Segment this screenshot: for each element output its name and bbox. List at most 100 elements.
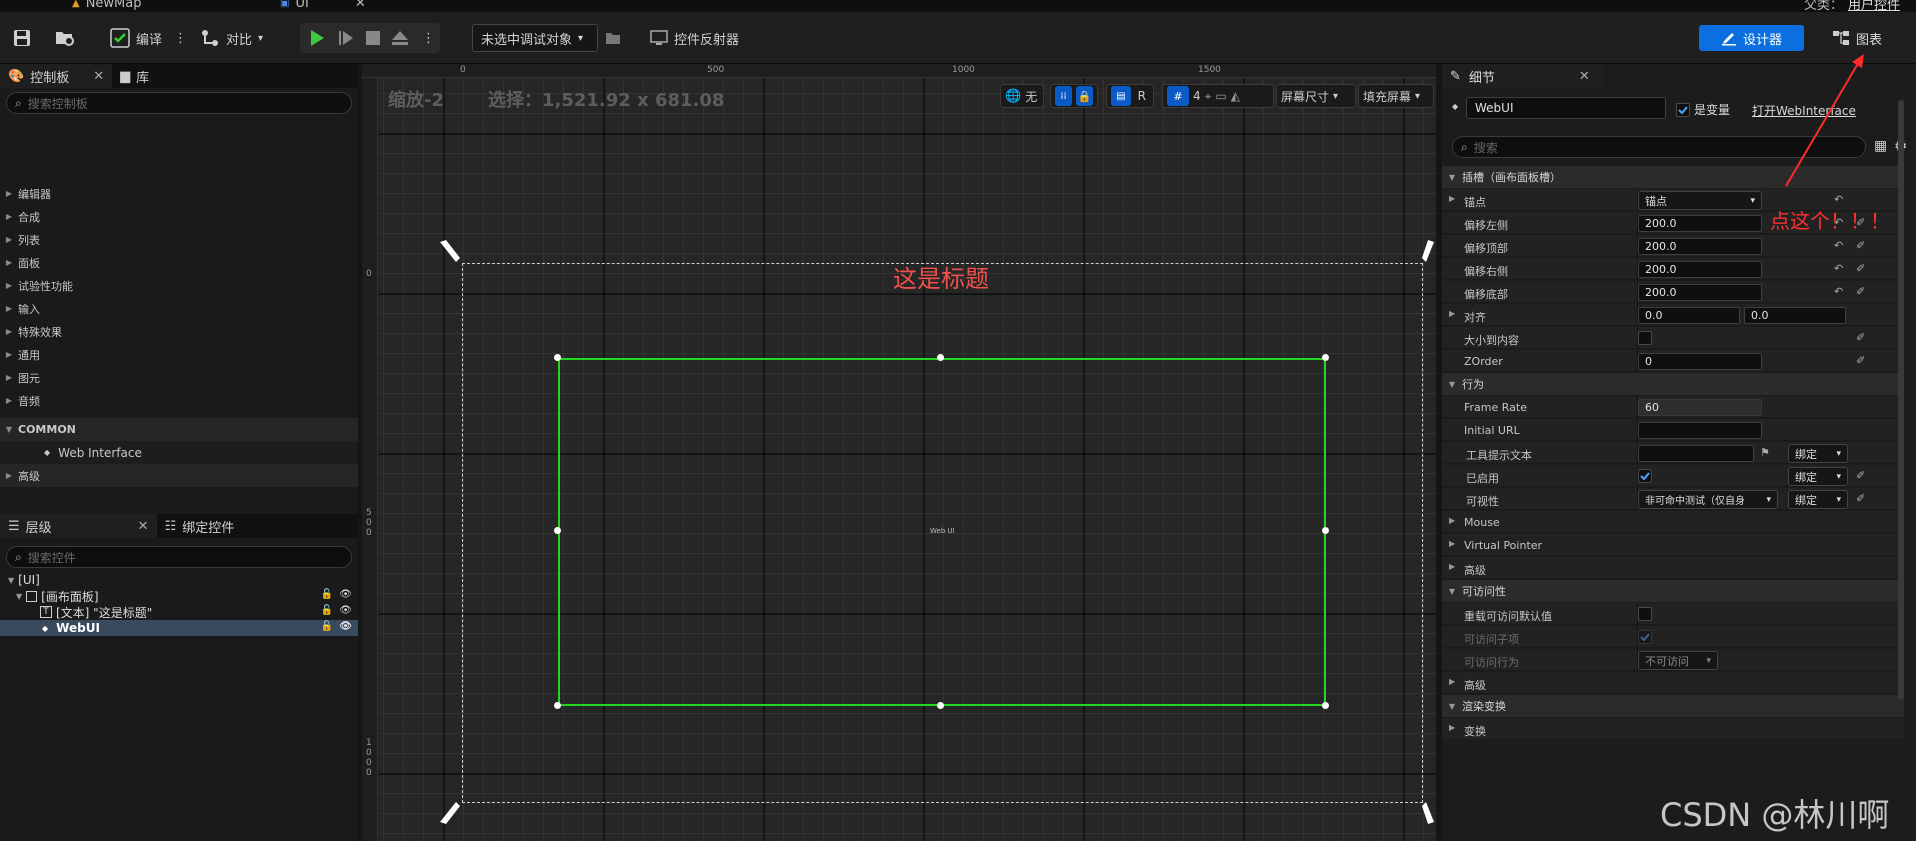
palette-category[interactable]: ▶ 输入	[0, 297, 358, 320]
triangle-icon[interactable]: ◭	[1231, 89, 1240, 103]
tab-ui[interactable]: ▣ UI ✕	[280, 0, 366, 12]
prop-row-advanced2[interactable]: ▶ 高级	[1442, 672, 1904, 694]
fill-screen-select[interactable]: 填充屏幕 ▾	[1358, 84, 1434, 108]
enabled-bind-button[interactable]: 绑定 ▾	[1788, 467, 1848, 486]
tooltip-bind-button[interactable]: 绑定 ▾	[1788, 444, 1848, 463]
canvas-title-text[interactable]: 这是标题	[893, 259, 989, 294]
eye-icon[interactable]: 👁	[339, 589, 352, 600]
graph-button[interactable]: 图表	[1832, 25, 1882, 51]
palette-category-advanced[interactable]: ▶ 高级	[0, 464, 358, 487]
zorder-input[interactable]: 0	[1638, 353, 1762, 370]
designer-button[interactable]: 设计器	[1699, 25, 1804, 51]
bind-pin-icon[interactable]: ✐	[1856, 285, 1865, 298]
resize-handle-r[interactable]	[1322, 527, 1329, 534]
prop-row-virtual-pointer[interactable]: ▶ Virtual Pointer	[1442, 534, 1904, 556]
prop-row-advanced[interactable]: ▶ 高级	[1442, 557, 1904, 579]
reset-icon[interactable]: ↶	[1834, 262, 1843, 275]
compile-button[interactable]: 编译 ⋮	[110, 22, 187, 54]
prop-row-mouse[interactable]: ▶ Mouse	[1442, 511, 1904, 533]
bind-pin-icon[interactable]: ✐	[1856, 239, 1865, 252]
palette-category[interactable]: ▶ 列表	[0, 228, 358, 251]
tooltip-input[interactable]	[1638, 445, 1754, 462]
save-button[interactable]	[12, 22, 32, 54]
tab-library[interactable]: ▆ 库	[112, 64, 157, 88]
lock-icon[interactable]: 🔓	[321, 605, 333, 616]
resize-handle-br[interactable]	[1322, 702, 1329, 709]
initial-url-input[interactable]	[1638, 422, 1762, 439]
prop-row-transform[interactable]: ▶ 变换	[1442, 718, 1904, 740]
palette-category[interactable]: ▶ 试验性功能	[0, 274, 358, 297]
tab-newmap[interactable]: ▲ NewMap	[72, 0, 142, 12]
step-button[interactable]	[336, 22, 356, 54]
widget-name-input[interactable]: WebUI	[1466, 97, 1666, 119]
section-render-transform[interactable]: ▼ 渲染变换	[1442, 695, 1904, 717]
resize-handle-t[interactable]	[937, 354, 944, 361]
layout-icon[interactable]: ▤	[1111, 86, 1131, 106]
palette-item-web-interface[interactable]: ◆ Web Interface	[0, 441, 358, 464]
grid-snap-icon[interactable]: #	[1167, 86, 1189, 106]
lock-icon[interactable]: 🔓	[321, 589, 333, 600]
cursor-icon[interactable]: ⌖	[1205, 89, 1212, 104]
chevron-right-icon[interactable]: ▶	[1449, 194, 1455, 203]
visibility-combo[interactable]: 非可命中测试（仅自身 ▾	[1638, 490, 1778, 509]
palette-category[interactable]: ▶ 合成	[0, 205, 358, 228]
bind-pin-icon[interactable]: ✐	[1856, 262, 1865, 275]
hierarchy-search-input[interactable]: ⌕ 搜索控件	[6, 546, 352, 568]
palette-category-common[interactable]: ▼ COMMON	[0, 418, 358, 441]
flag-icon[interactable]: ⚑	[1760, 446, 1770, 459]
palette-category[interactable]: ▶ 面板	[0, 251, 358, 274]
more-options-icon[interactable]: ⋮	[174, 31, 187, 46]
resize-handle-l[interactable]	[554, 527, 561, 534]
details-scrollbar[interactable]	[1898, 100, 1904, 700]
widget-reflector-button[interactable]: 控件反射器	[650, 22, 739, 54]
palette-category[interactable]: ▶ 编辑器	[0, 182, 358, 205]
bind-pin-icon[interactable]: ✐	[1856, 354, 1865, 367]
resize-handle-tl[interactable]	[554, 354, 561, 361]
tree-item-canvas[interactable]: ▼ [画布面板] 🔓 👁	[0, 588, 358, 604]
tree-item-root[interactable]: ▼ [UI]	[0, 572, 358, 588]
anchor-top-left-icon[interactable]	[438, 238, 464, 264]
tab-bind-widgets[interactable]: ☷ 绑定控件	[157, 514, 243, 538]
grid-snap-value[interactable]: 4	[1193, 89, 1201, 103]
enabled-checkbox[interactable]	[1638, 469, 1652, 483]
reset-icon[interactable]: ↶	[1834, 285, 1843, 298]
tree-item-text[interactable]: T [文本] "这是标题" 🔓 👁	[0, 604, 358, 620]
visibility-bind-button[interactable]: 绑定 ▾	[1788, 490, 1848, 509]
anchor-bottom-right-icon[interactable]	[1420, 800, 1436, 826]
debug-object-select[interactable]: 未选中调试对象 ▾	[472, 24, 598, 52]
alignment-x-input[interactable]: 0.0	[1638, 307, 1740, 324]
parent-class-link[interactable]: 用户控件	[1848, 0, 1900, 12]
palette-category[interactable]: ▶ 通用	[0, 343, 358, 366]
anchor-bottom-left-icon[interactable]	[438, 800, 464, 826]
close-icon[interactable]: ✕	[93, 69, 104, 84]
image-icon[interactable]: ▭	[1215, 89, 1226, 103]
bind-pin-icon[interactable]: ✐	[1856, 492, 1865, 505]
is-variable-checkbox[interactable]: 是变量	[1676, 101, 1730, 118]
tab-hierarchy[interactable]: ☰ 层级 ✕	[0, 514, 157, 538]
lock-icon[interactable]: 🔓	[321, 621, 333, 632]
eye-icon[interactable]: 👁	[339, 605, 352, 616]
anchors-combo[interactable]: 锚点 ▾	[1638, 191, 1762, 210]
play-options-button[interactable]: ⋮	[422, 22, 435, 54]
resize-handle-bl[interactable]	[554, 702, 561, 709]
palette-category[interactable]: ▶ 特殊效果	[0, 320, 358, 343]
size-to-content-checkbox[interactable]	[1638, 331, 1652, 345]
bind-pin-icon[interactable]: ✐	[1856, 331, 1865, 344]
override-access-checkbox[interactable]	[1638, 607, 1652, 621]
section-behavior[interactable]: ▼ 行为	[1442, 373, 1904, 395]
tree-item-webui[interactable]: ◆ WebUI 🔓 👁	[0, 620, 358, 636]
eye-icon[interactable]: 👁	[339, 621, 352, 632]
offset-top-input[interactable]: 200.0	[1638, 238, 1762, 255]
play-button[interactable]	[306, 22, 328, 54]
chevron-right-icon[interactable]: ▶	[1449, 309, 1455, 318]
close-icon[interactable]: ✕	[1579, 69, 1590, 84]
palette-category[interactable]: ▶ 图元	[0, 366, 358, 389]
tab-details[interactable]: ✎ 细节 ✕	[1442, 64, 1602, 88]
section-accessibility[interactable]: ▼ 可访问性	[1442, 580, 1904, 602]
locale-toggle[interactable]: 🌐 无	[1000, 84, 1044, 108]
diff-button[interactable]: 对比 ▾	[200, 22, 263, 54]
screen-size-select[interactable]: 屏幕尺寸 ▾	[1276, 84, 1356, 108]
debug-browse-button[interactable]	[604, 22, 622, 54]
resize-handle-tr[interactable]	[1322, 354, 1329, 361]
offset-bottom-input[interactable]: 200.0	[1638, 284, 1762, 301]
